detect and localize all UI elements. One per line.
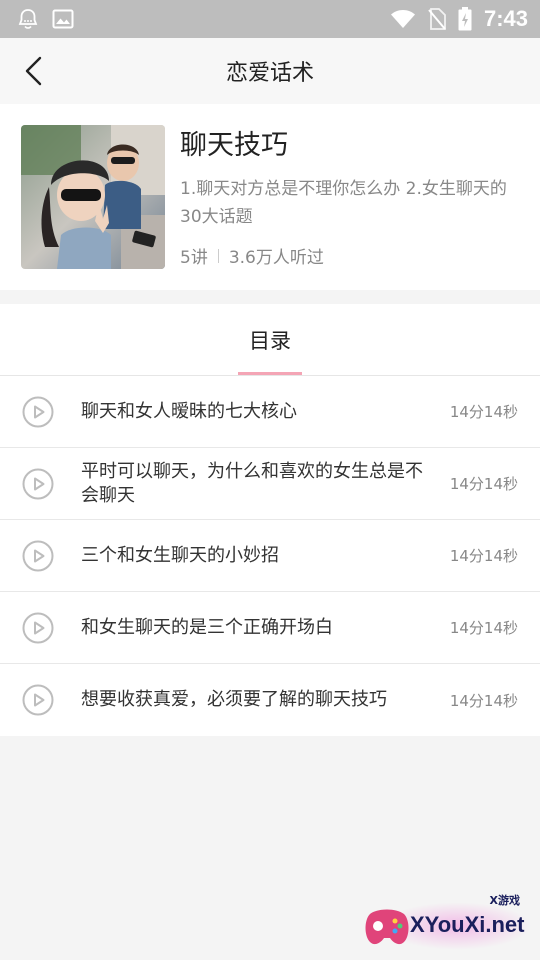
title-bar: 恋爱话术 [0,38,540,104]
episode-title: 聊天和女人暧昧的七大核心 [81,400,297,422]
course-card: 聊天技巧 1.聊天对方总是不理你怎么办 2.女生聊天的30大话题 5讲 3.6万… [0,104,540,290]
tab-indicator [238,372,302,375]
course-meta: 5讲 3.6万人听过 [180,243,520,268]
episode-duration: 14分14秒 [449,547,518,565]
wifi-icon [390,9,416,29]
lesson-count: 5讲 [180,248,208,268]
episode-item[interactable]: 想要收获真爱，必须要了解的聊天技巧 14分14秒 [0,664,540,736]
listener-count: 3.6万人听过 [228,248,324,268]
episode-item[interactable]: 和女生聊天的是三个正确开场白 14分14秒 [0,592,540,664]
episode-title: 平时可以聊天，为什么和喜欢的女生总是不会聊天 [81,460,423,506]
image-icon [52,9,74,29]
watermark-subtext: X游戏 [489,894,520,907]
tab-catalog[interactable]: 目录 [237,325,303,355]
episode-title: 和女生聊天的是三个正确开场白 [81,616,333,638]
notification-icon [16,7,40,31]
status-left [16,7,74,31]
course-info: 聊天技巧 1.聊天对方总是不理你怎么办 2.女生聊天的30大话题 5讲 3.6万… [180,125,520,290]
course-cover-image [21,125,165,269]
play-icon[interactable] [22,396,54,428]
no-sim-icon [428,8,446,30]
catalog-header: 目录 [0,304,540,376]
episode-item[interactable]: 三个和女生聊天的小妙招 14分14秒 [0,520,540,592]
meta-divider [217,248,219,263]
watermark-glow [382,902,532,950]
page-title: 恋爱话术 [225,61,314,86]
play-icon[interactable] [22,684,54,716]
play-icon[interactable] [22,612,54,644]
episode-duration: 14分14秒 [449,475,518,493]
status-bar: 7:43 [0,0,540,38]
status-right: 7:43 [390,6,528,32]
episode-list: 聊天和女人暧昧的七大核心 14分14秒 平时可以聊天，为什么和喜欢的女生总是不会… [0,376,540,736]
battery-charging-icon [458,7,472,31]
episode-item[interactable]: 聊天和女人暧昧的七大核心 14分14秒 [0,376,540,448]
status-time: 7:43 [483,6,528,31]
play-icon[interactable] [22,540,54,572]
episode-duration: 14分14秒 [449,619,518,637]
watermark: XYouXi.net X游戏 [362,894,534,954]
episode-duration: 14分14秒 [449,403,518,421]
episode-title: 三个和女生聊天的小妙招 [81,544,279,566]
episode-title: 想要收获真爱，必须要了解的聊天技巧 [81,689,387,710]
gamepad-logo-icon [365,909,409,945]
play-icon[interactable] [22,468,54,500]
chevron-left-icon [25,56,42,86]
catalog: 目录 聊天和女人暧昧的七大核心 14分14秒 平时可以聊天，为什么和喜欢的女生总… [0,304,540,736]
episode-item[interactable]: 平时可以聊天，为什么和喜欢的女生总是不会聊天 14分14秒 [0,448,540,520]
watermark-text: XYouXi.net [410,912,525,937]
episode-duration: 14分14秒 [449,691,518,710]
course-title: 聊天技巧 [180,130,288,161]
course-description: 1.聊天对方总是不理你怎么办 2.女生聊天的30大话题 [180,179,507,227]
back-button[interactable] [10,47,58,95]
